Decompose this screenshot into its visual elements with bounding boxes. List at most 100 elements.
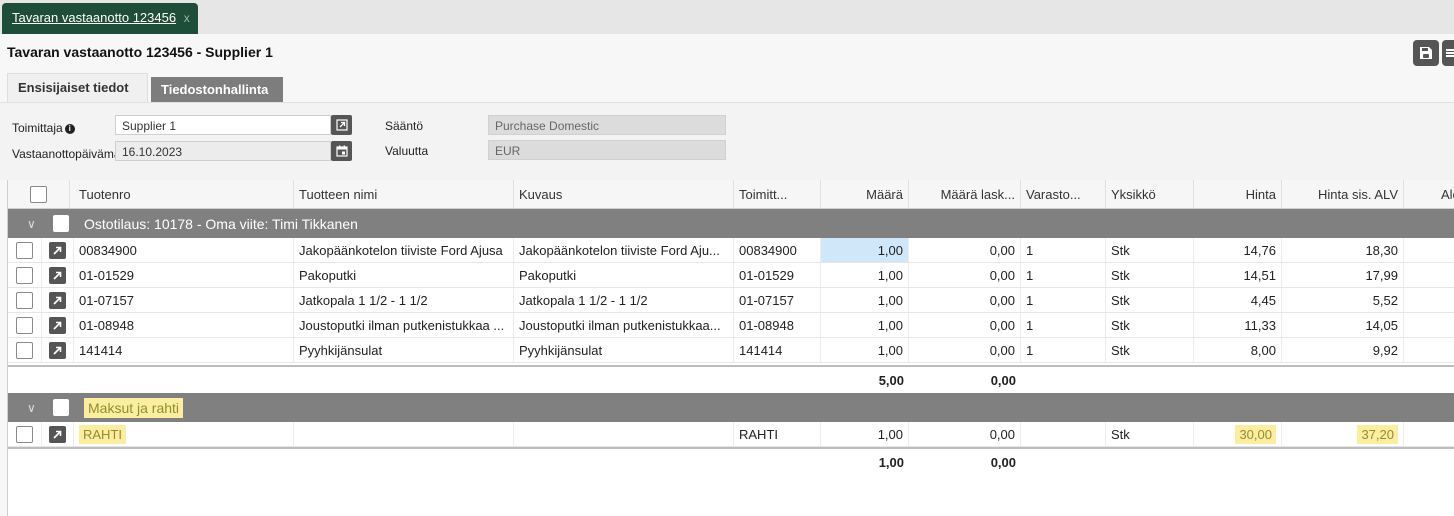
save-icon (1420, 47, 1432, 59)
row-checkbox-cell (8, 422, 42, 446)
row-checkbox[interactable] (16, 341, 33, 359)
cell-quantity[interactable]: 1,00 (821, 422, 909, 446)
save-button[interactable] (1413, 40, 1439, 66)
currency-field: EUR (488, 140, 726, 160)
sum-invoiced-qty: 0,00 (990, 373, 1016, 388)
document-tab[interactable]: Tavaran vastaanotto 123456 x (2, 3, 198, 34)
cell-unit: Stk (1106, 313, 1194, 337)
cell-price: 30,00 (1194, 422, 1282, 446)
info-icon[interactable]: i (64, 124, 75, 134)
group-sum-row: 5,00 0,00 (8, 365, 1454, 394)
cell-price-vat: 18,30 (1282, 238, 1404, 262)
row-checkbox[interactable] (16, 291, 33, 309)
row-open-cell (42, 422, 74, 446)
col-header-supplier-no[interactable]: Toimitt... (734, 180, 821, 208)
cell-product-name: Jakopäänkotelon tiiviste Ford Ajusa (294, 238, 514, 262)
table-row[interactable]: 01-08948 Joustoputki ilman putkenistukkaa… (8, 313, 1454, 338)
table-row[interactable]: RAHTI RAHTI 1,00 0,00 Stk 30,00 37,20 (8, 422, 1454, 447)
open-link-icon[interactable] (49, 266, 66, 284)
group-row-purchase-order[interactable]: ∨ Ostotilaus: 10178 - Oma viite: Timi Ti… (8, 209, 1454, 238)
cell-price: 11,33 (1194, 313, 1282, 337)
cell-supplier-no: RAHTI (734, 422, 821, 446)
cell-quantity[interactable]: 1,00 (821, 238, 909, 262)
cell-invoiced-qty[interactable]: 0,00 (909, 238, 1021, 262)
cell-quantity[interactable]: 1,00 (821, 288, 909, 312)
table-row[interactable]: 00834900 Jakopäänkotelon tiiviste Ford Aj… (8, 238, 1454, 263)
chevron-down-icon[interactable]: ∨ (22, 209, 44, 238)
select-all-checkbox[interactable] (30, 185, 47, 203)
row-checkbox[interactable] (16, 266, 33, 284)
row-open-cell (42, 338, 74, 362)
cell-invoiced-qty[interactable]: 0,00 (909, 338, 1021, 362)
tab-primary-info[interactable]: Ensisijaiset tiedot (7, 73, 148, 102)
sum-invoiced-qty: 0,00 (990, 455, 1016, 470)
select-all-cell (8, 180, 70, 208)
open-link-icon[interactable] (49, 341, 66, 359)
col-header-price[interactable]: Hinta (1194, 180, 1282, 208)
open-link-icon[interactable] (49, 291, 66, 309)
supplier-field[interactable]: Supplier 1 (115, 115, 331, 135)
cell-product-name: Pakoputki (294, 263, 514, 287)
row-checkbox-cell (8, 338, 42, 362)
cell-discount (1404, 338, 1454, 362)
cell-supplier-no: 141414 (734, 338, 821, 362)
row-checkbox-cell (8, 263, 42, 287)
supplier-open-button[interactable] (331, 115, 352, 135)
cell-price-vat-highlight: 37,20 (1357, 424, 1398, 444)
table-row[interactable]: 01-07157 Jatkopala 1 1/2 - 1 1/2 Jatkopala… (8, 288, 1454, 313)
menu-button[interactable] (1442, 40, 1454, 66)
open-link-icon[interactable] (49, 425, 66, 443)
rule-field: Purchase Domestic (488, 115, 726, 135)
cell-quantity[interactable]: 1,00 (821, 338, 909, 362)
cell-invoiced-qty[interactable]: 0,00 (909, 313, 1021, 337)
cell-quantity[interactable]: 1,00 (821, 263, 909, 287)
row-checkbox[interactable] (16, 316, 33, 334)
calendar-icon (335, 145, 348, 157)
cell-discount (1404, 313, 1454, 337)
document-tab-label[interactable]: Tavaran vastaanotto 123456 (12, 10, 176, 25)
col-header-product-no[interactable]: Tuotenro (74, 180, 294, 208)
cell-invoiced-qty[interactable]: 0,00 (909, 288, 1021, 312)
col-header-unit[interactable]: Yksikkö (1106, 180, 1194, 208)
cell-supplier-no: 01-07157 (734, 288, 821, 312)
cell-price: 14,76 (1194, 238, 1282, 262)
group-checkbox[interactable] (53, 399, 69, 416)
open-link-icon[interactable] (49, 241, 66, 259)
col-header-discount[interactable]: Ale (1436, 180, 1454, 208)
cell-warehouse: 1 (1021, 263, 1106, 287)
col-header-description[interactable]: Kuvaus (514, 180, 734, 208)
col-header-warehouse[interactable]: Varasto... (1021, 180, 1106, 208)
grid-header-row: Tuotenro Tuotteen nimi Kuvaus Toimitt...… (8, 180, 1454, 209)
col-header-price-vat[interactable]: Hinta sis. ALV (1282, 180, 1404, 208)
cell-quantity[interactable]: 1,00 (821, 313, 909, 337)
tab-file-management[interactable]: Tiedostonhallinta (151, 77, 283, 102)
col-header-product-name[interactable]: Tuotteen nimi (294, 180, 514, 208)
cell-unit: Stk (1106, 238, 1194, 262)
rule-label: Sääntö (385, 119, 424, 133)
row-checkbox[interactable] (16, 241, 33, 259)
row-checkbox-cell (8, 313, 42, 337)
cell-price-vat: 37,20 (1282, 422, 1404, 446)
chevron-down-icon[interactable]: ∨ (22, 393, 44, 422)
items-grid: Tuotenro Tuotteen nimi Kuvaus Toimitt...… (7, 180, 1454, 516)
table-row[interactable]: 141414 Pyyhkijänsulat Pyyhkijänsulat 141414… (8, 338, 1454, 363)
group-checkbox[interactable] (53, 215, 69, 232)
group-checkbox-cell (48, 393, 74, 422)
open-link-icon[interactable] (49, 316, 66, 334)
col-header-quantity[interactable]: Määrä (821, 180, 909, 208)
row-checkbox[interactable] (16, 425, 33, 443)
cell-description (514, 422, 734, 446)
close-tab-icon[interactable]: x (184, 11, 190, 25)
row-checkbox-cell (8, 288, 42, 312)
col-header-invoiced-qty[interactable]: Määrä lask... (909, 180, 1021, 208)
cell-warehouse: 1 (1021, 238, 1106, 262)
date-field[interactable]: 16.10.2023 (115, 141, 331, 161)
cell-invoiced-qty[interactable]: 0,00 (909, 422, 1021, 446)
cell-price-vat: 9,92 (1282, 338, 1404, 362)
cell-invoiced-qty[interactable]: 0,00 (909, 263, 1021, 287)
group-row-fees-freight[interactable]: ∨ Maksut ja rahti (8, 393, 1454, 422)
table-row[interactable]: 01-01529 Pakoputki Pakoputki 01-01529 1,00 0,… (8, 263, 1454, 288)
cell-discount (1404, 288, 1454, 312)
date-picker-button[interactable] (331, 141, 352, 161)
cell-supplier-no: 01-01529 (734, 263, 821, 287)
